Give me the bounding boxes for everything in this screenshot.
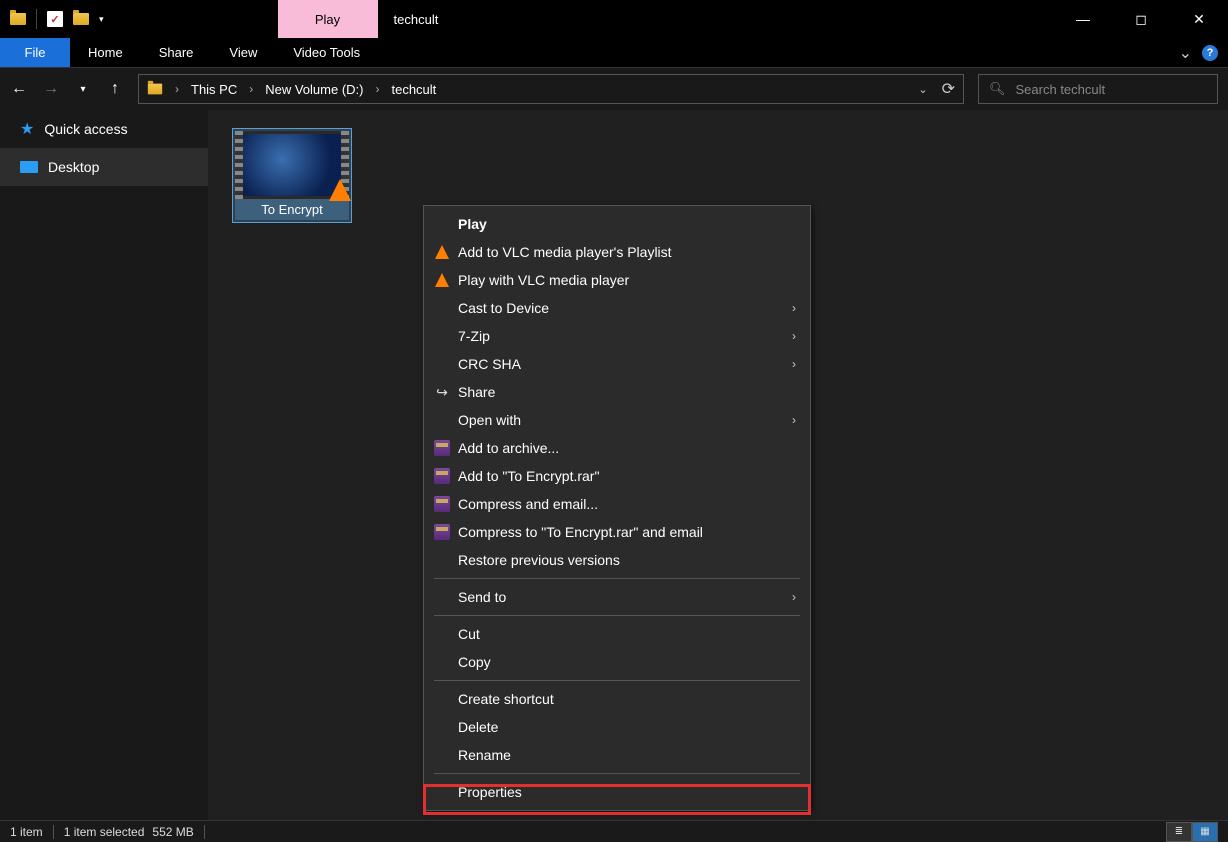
- ctx-copy[interactable]: Copy: [424, 648, 810, 676]
- navigation-bar: ← → ▾ ↑ › This PC › New Volume (D:) › te…: [0, 68, 1228, 110]
- address-bar[interactable]: › This PC › New Volume (D:) › techcult ⌄…: [138, 74, 964, 104]
- winrar-icon: [434, 496, 450, 512]
- ctx-cast-to-device[interactable]: Cast to Device›: [424, 294, 810, 322]
- desktop-icon: [20, 161, 38, 173]
- nav-recent-dropdown[interactable]: ▾: [74, 84, 92, 95]
- file-name-label: To Encrypt: [235, 199, 349, 220]
- status-selected-size: 552 MB: [152, 825, 193, 839]
- context-tab-play[interactable]: Play: [278, 0, 378, 38]
- ctx-cut[interactable]: Cut: [424, 620, 810, 648]
- ctx-compress-email[interactable]: Compress and email...: [424, 490, 810, 518]
- submenu-arrow-icon: ›: [792, 357, 796, 371]
- separator: [53, 825, 54, 839]
- search-icon: 🔍︎: [989, 81, 1006, 97]
- ctx-properties[interactable]: Properties: [424, 778, 810, 806]
- ribbon-collapse-icon[interactable]: ⌄: [1179, 43, 1192, 63]
- context-menu: Play Add to VLC media player's Playlist …: [423, 205, 811, 811]
- ctx-delete[interactable]: Delete: [424, 713, 810, 741]
- help-icon[interactable]: ?: [1202, 45, 1218, 61]
- details-view-icon: ≣: [1175, 826, 1183, 837]
- ctx-open-with[interactable]: Open with›: [424, 406, 810, 434]
- submenu-arrow-icon: ›: [792, 413, 796, 427]
- status-selected-count: 1 item selected: [64, 825, 145, 839]
- close-button[interactable]: ✕: [1170, 0, 1228, 38]
- ctx-create-shortcut[interactable]: Create shortcut: [424, 685, 810, 713]
- video-thumbnail: [235, 131, 349, 199]
- properties-icon[interactable]: ✓: [43, 7, 67, 31]
- ctx-share[interactable]: ↪Share: [424, 378, 810, 406]
- ctx-compress-rar-email[interactable]: Compress to "To Encrypt.rar" and email: [424, 518, 810, 546]
- separator: [434, 578, 800, 579]
- thumbnails-view-icon: ▦: [1200, 826, 1209, 837]
- ctx-play[interactable]: Play: [424, 210, 810, 238]
- ctx-restore-previous-versions[interactable]: Restore previous versions: [424, 546, 810, 574]
- vlc-icon: [435, 245, 449, 259]
- breadcrumb-folder[interactable]: techcult: [391, 82, 436, 97]
- breadcrumb-this-pc[interactable]: This PC: [191, 82, 237, 97]
- sidebar-item-quick-access[interactable]: ★ Quick access: [0, 110, 208, 148]
- status-bar: 1 item 1 item selected 552 MB ≣ ▦: [0, 820, 1228, 842]
- separator: [204, 825, 205, 839]
- ribbon-tabs: File Home Share View Video Tools ⌄ ?: [0, 38, 1228, 68]
- ctx-play-vlc[interactable]: Play with VLC media player: [424, 266, 810, 294]
- winrar-icon: [434, 524, 450, 540]
- winrar-icon: [434, 440, 450, 456]
- quick-access-toolbar: ✓ ▾: [0, 7, 108, 31]
- nav-up-button[interactable]: ↑: [106, 80, 124, 98]
- separator: [36, 9, 37, 29]
- minimize-button[interactable]: —: [1054, 0, 1112, 38]
- ctx-add-to-archive[interactable]: Add to archive...: [424, 434, 810, 462]
- title-bar: ✓ ▾ Play techcult — ◻ ✕: [0, 0, 1228, 38]
- new-folder-icon[interactable]: [69, 7, 93, 31]
- submenu-arrow-icon: ›: [792, 590, 796, 604]
- ctx-7zip[interactable]: 7-Zip›: [424, 322, 810, 350]
- folder-icon[interactable]: [6, 7, 30, 31]
- maximize-button[interactable]: ◻: [1112, 0, 1170, 38]
- chevron-right-icon[interactable]: ›: [243, 82, 259, 96]
- search-placeholder: Search techcult: [1016, 82, 1106, 97]
- sidebar-item-desktop[interactable]: Desktop: [0, 148, 208, 186]
- separator: [434, 773, 800, 774]
- ctx-add-to-rar[interactable]: Add to "To Encrypt.rar": [424, 462, 810, 490]
- chevron-right-icon[interactable]: ›: [169, 82, 185, 96]
- nav-back-button[interactable]: ←: [10, 80, 28, 98]
- tab-home[interactable]: Home: [70, 38, 141, 67]
- tab-share[interactable]: Share: [141, 38, 212, 67]
- separator: [434, 615, 800, 616]
- view-thumbnails-button[interactable]: ▦: [1192, 822, 1218, 842]
- chevron-right-icon[interactable]: ›: [369, 82, 385, 96]
- submenu-arrow-icon: ›: [792, 329, 796, 343]
- share-icon: ↪: [432, 382, 452, 402]
- folder-icon: [148, 84, 162, 95]
- breadcrumb-volume[interactable]: New Volume (D:): [265, 82, 363, 97]
- sidebar-item-label: Quick access: [44, 121, 127, 137]
- view-details-button[interactable]: ≣: [1166, 822, 1192, 842]
- navigation-pane: ★ Quick access Desktop: [0, 110, 208, 820]
- winrar-icon: [434, 468, 450, 484]
- ctx-add-vlc-playlist[interactable]: Add to VLC media player's Playlist: [424, 238, 810, 266]
- sidebar-item-label: Desktop: [48, 159, 99, 175]
- refresh-icon[interactable]: ⟳: [942, 79, 955, 99]
- status-item-count: 1 item: [10, 825, 43, 839]
- search-box[interactable]: 🔍︎ Search techcult: [978, 74, 1218, 104]
- separator: [434, 680, 800, 681]
- ctx-crc-sha[interactable]: CRC SHA›: [424, 350, 810, 378]
- vlc-icon: [435, 273, 449, 287]
- ctx-send-to[interactable]: Send to›: [424, 583, 810, 611]
- vlc-icon: [329, 179, 351, 201]
- window-controls: — ◻ ✕: [1054, 0, 1228, 38]
- nav-forward-button[interactable]: →: [42, 80, 60, 98]
- qat-dropdown-icon[interactable]: ▾: [95, 14, 108, 25]
- address-dropdown-icon[interactable]: ⌄: [918, 83, 927, 96]
- file-item[interactable]: To Encrypt: [232, 128, 352, 223]
- window-title: techcult: [394, 12, 439, 27]
- tab-view[interactable]: View: [211, 38, 275, 67]
- submenu-arrow-icon: ›: [792, 301, 796, 315]
- ctx-rename[interactable]: Rename: [424, 741, 810, 769]
- star-icon: ★: [20, 119, 34, 139]
- tab-video-tools[interactable]: Video Tools: [275, 38, 378, 67]
- file-tab[interactable]: File: [0, 38, 70, 67]
